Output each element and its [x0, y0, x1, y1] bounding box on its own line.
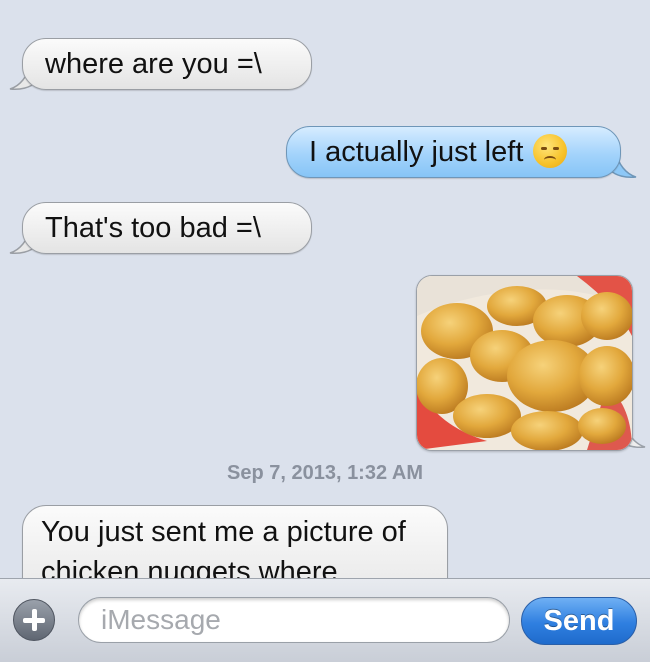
message-text: where are you =\	[45, 48, 262, 80]
received-message[interactable]: That's too bad =\	[22, 202, 312, 254]
disappointed-face-icon	[533, 134, 568, 169]
chicken-nuggets-photo[interactable]	[416, 275, 633, 451]
composer-bar: iMessage Send	[0, 578, 650, 662]
nuggets-image	[417, 276, 632, 450]
received-message[interactable]: where are you =\	[22, 38, 312, 90]
received-message[interactable]: You just sent me a picture of chicken nu…	[22, 505, 448, 578]
send-button[interactable]: Send	[521, 597, 637, 645]
message-text: I actually just left	[309, 136, 524, 168]
message-text: You just sent me a picture of chicken nu…	[41, 516, 406, 578]
message-text: That's too bad =\	[45, 212, 261, 244]
timestamp: Sep 7, 2013, 1:32 AM	[226, 462, 424, 484]
message-thread: where are you =\ I actually just left Th…	[0, 0, 650, 578]
sent-message[interactable]: I actually just left	[286, 126, 621, 178]
plus-icon[interactable]	[13, 599, 55, 641]
message-input[interactable]: iMessage	[78, 597, 510, 643]
